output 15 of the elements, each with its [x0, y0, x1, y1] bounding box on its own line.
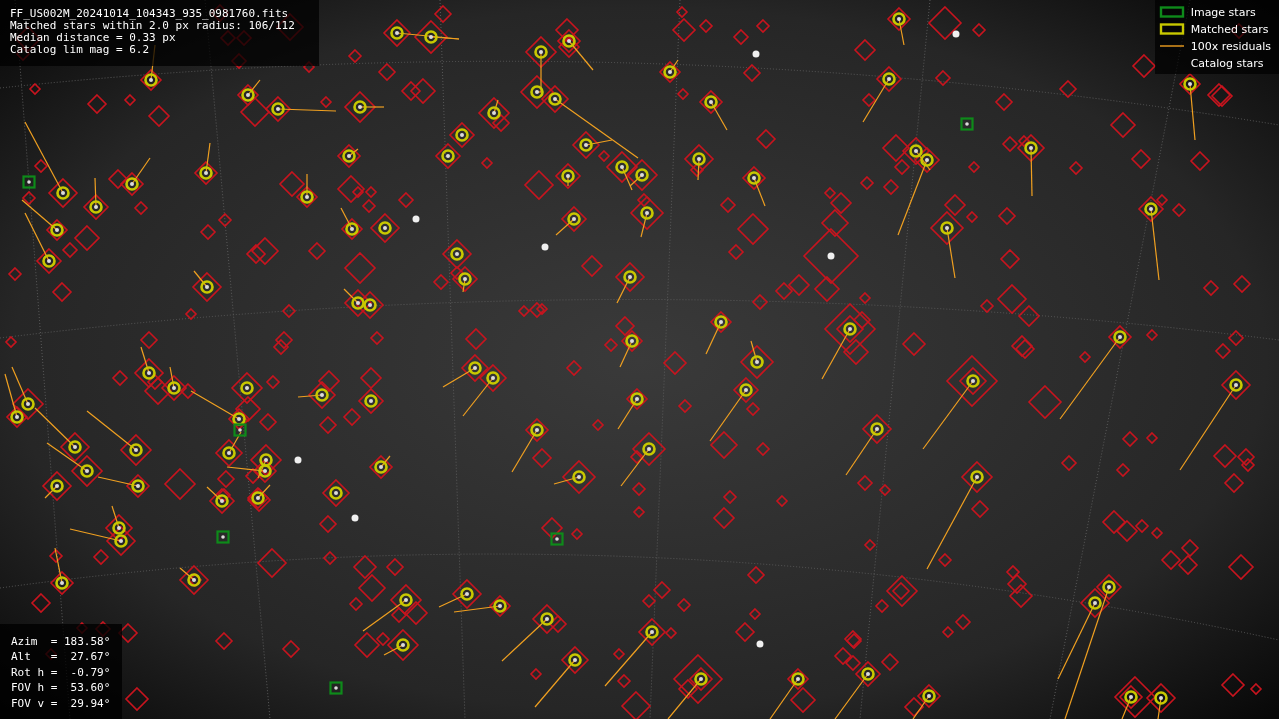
info-line: Median distance = 0.33 px [10, 32, 177, 44]
pointing-line: Azim = 183.58° [11, 633, 110, 649]
info-line: FF_US002M_20241014_104343_935_0981760.fits [10, 8, 290, 20]
info-line: Matched stars within 2.0 px radius: 106/112 [10, 20, 296, 32]
pointing-line: FOV h = 53.60° [11, 680, 110, 696]
info-line: Catalog lim mag = 6.2 [10, 44, 151, 56]
legend-label: Image stars [1190, 5, 1256, 19]
legend-label: 100x residuals [1190, 39, 1271, 53]
legend-label: Matched stars [1190, 22, 1269, 36]
pointing-line: Rot h = -0.79° [11, 664, 110, 680]
pointing-line: FOV v = 29.94° [11, 695, 110, 711]
pointing-line: Alt = 27.67° [11, 649, 110, 665]
legend-swatch-icon [1158, 6, 1185, 18]
legend-label: Catalog stars [1190, 56, 1264, 70]
legend-swatch-icon [1158, 23, 1185, 35]
